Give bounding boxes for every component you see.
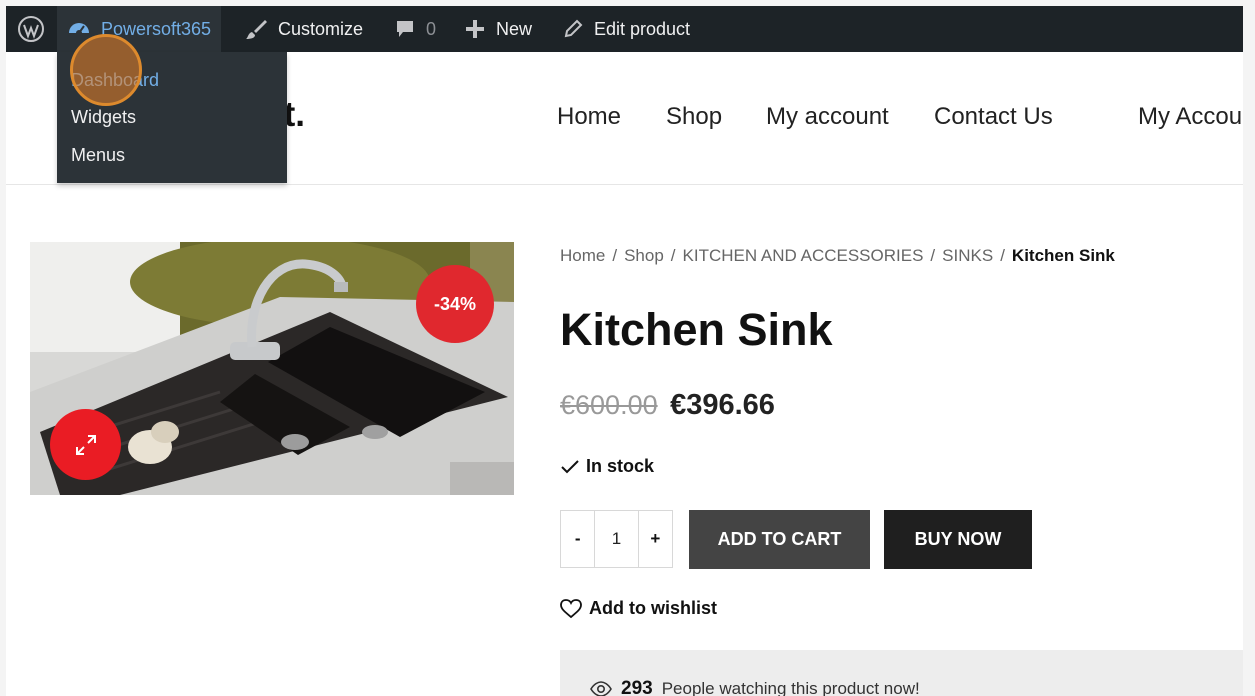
add-to-wishlist-link[interactable]: Add to wishlist (560, 598, 717, 619)
nav-my-account-2[interactable]: My Accou (1138, 103, 1242, 131)
edit-product-link[interactable]: Edit product (562, 6, 690, 52)
breadcrumb-kitchen[interactable]: KITCHEN AND ACCESSORIES (683, 246, 924, 265)
eye-icon (590, 681, 612, 696)
admin-bar: Powersoft365 Customize 0 New Edit produc… (6, 6, 1243, 52)
plus-icon (466, 20, 484, 38)
breadcrumb-separator: / (670, 246, 676, 265)
breadcrumb-home[interactable]: Home (560, 246, 605, 265)
image-zoom-button[interactable] (50, 409, 121, 480)
click-indicator (70, 34, 142, 106)
breadcrumb-sinks[interactable]: SINKS (942, 246, 993, 265)
page-frame: Powersoft365 Customize 0 New Edit produc… (6, 6, 1243, 696)
regular-price: €600.00 (560, 390, 658, 420)
nav-contact-us[interactable]: Contact Us (934, 103, 1053, 131)
heart-icon (560, 598, 582, 618)
stock-status: In stock (560, 456, 654, 477)
watching-count: 293 (621, 678, 653, 696)
customize-link[interactable]: Customize (244, 6, 363, 52)
edit-product-label: Edit product (594, 18, 691, 39)
sale-badge: -34% (416, 265, 494, 343)
dashboard-icon (69, 23, 89, 36)
brush-icon (246, 20, 267, 39)
check-icon (561, 459, 579, 473)
nav-my-account[interactable]: My account (766, 103, 889, 131)
new-content-menu[interactable]: New (464, 6, 532, 52)
customize-label: Customize (278, 18, 364, 39)
product-price: €600.00 €396.66 (560, 389, 775, 422)
quantity-plus-button[interactable]: + (639, 511, 672, 567)
breadcrumb-separator: / (612, 246, 618, 265)
breadcrumb-separator: / (1000, 246, 1005, 265)
watching-notice: 293 People watching this product now! (560, 650, 1243, 696)
menu-widgets[interactable]: Widgets (71, 107, 136, 128)
comments-count: 0 (426, 18, 437, 39)
breadcrumb-shop[interactable]: Shop (624, 246, 664, 265)
nav-home[interactable]: Home (557, 103, 621, 131)
stock-label: In stock (586, 456, 655, 476)
menu-menus[interactable]: Menus (71, 145, 125, 166)
watching-text: People watching this product now! (661, 679, 920, 696)
nav-shop[interactable]: Shop (666, 103, 722, 131)
add-to-cart-button[interactable]: ADD TO CART (689, 510, 870, 569)
breadcrumb-separator: / (930, 246, 936, 265)
new-label: New (496, 18, 533, 39)
comment-icon (397, 21, 413, 37)
product-title: Kitchen Sink (560, 304, 833, 355)
sale-price: €396.66 (670, 389, 775, 421)
wishlist-label: Add to wishlist (589, 598, 717, 618)
wordpress-icon (18, 16, 44, 42)
breadcrumb-current: Kitchen Sink (1011, 246, 1115, 265)
quantity-input[interactable]: 1 (594, 511, 639, 567)
breadcrumb: Home / Shop / KITCHEN AND ACCESSORIES / SINKS /… (560, 246, 1115, 266)
pencil-icon (564, 19, 583, 38)
expand-icon (75, 434, 96, 455)
quantity-stepper: - 1 + (560, 510, 673, 568)
comments-link[interactable]: 0 (394, 6, 436, 52)
quantity-minus-button[interactable]: - (561, 511, 594, 567)
buy-now-button[interactable]: BUY NOW (884, 510, 1032, 569)
wordpress-menu[interactable] (18, 6, 44, 52)
